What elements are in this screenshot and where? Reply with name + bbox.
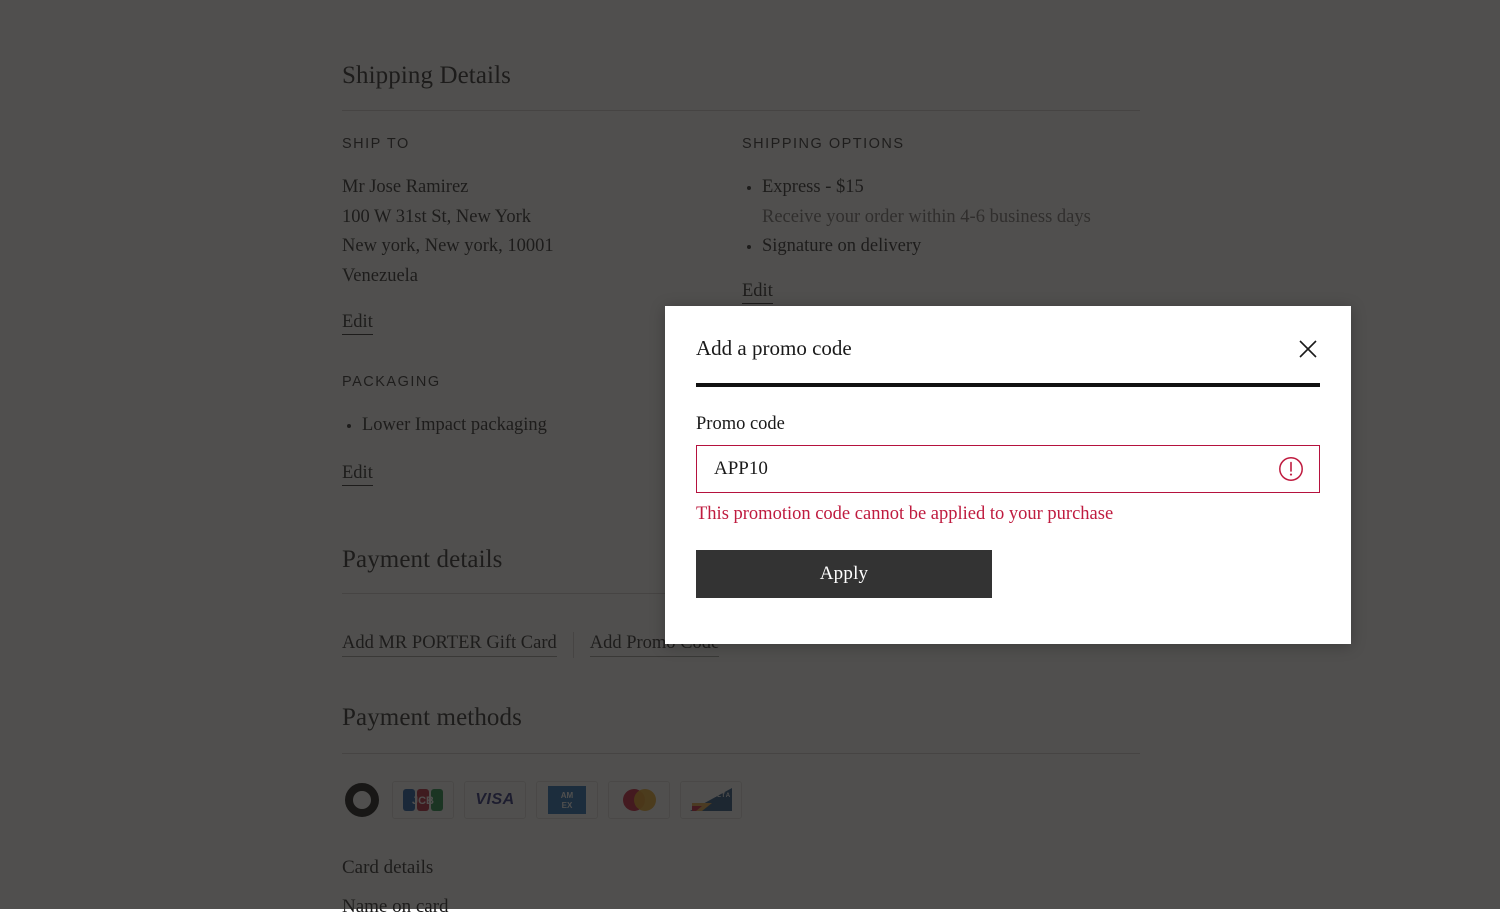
apply-button[interactable]: Apply [696, 550, 992, 598]
promo-code-label: Promo code [696, 414, 1320, 435]
promo-code-input-wrap [696, 445, 1320, 493]
modal-header: Add a promo code [665, 306, 1351, 361]
promo-code-input[interactable] [696, 445, 1320, 493]
modal-title: Add a promo code [696, 336, 1320, 361]
modal-body: Promo code This promotion code cannot be… [665, 387, 1351, 598]
promo-code-modal: Add a promo code Promo code This promoti… [665, 306, 1351, 644]
close-icon[interactable] [1291, 332, 1325, 366]
promo-code-error-message: This promotion code cannot be applied to… [696, 502, 1320, 526]
